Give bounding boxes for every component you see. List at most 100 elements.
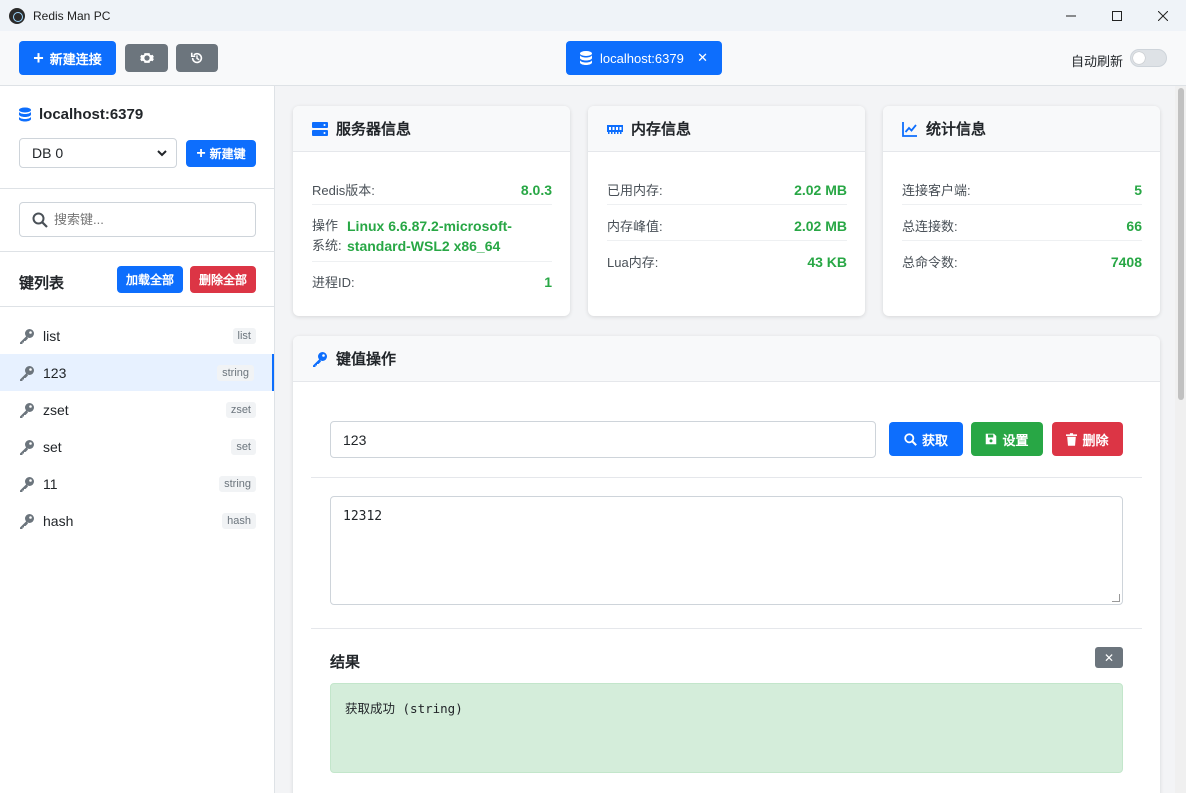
minimize-icon bbox=[1066, 15, 1076, 16]
close-icon bbox=[1158, 10, 1168, 21]
key-list-title: 键列表 bbox=[19, 275, 65, 292]
db-select[interactable]: DB 0 bbox=[19, 138, 177, 168]
search-icon bbox=[32, 212, 48, 228]
new-connection-button[interactable]: + 新建连接 bbox=[19, 41, 116, 75]
close-icon: ✕ bbox=[1103, 650, 1115, 665]
key-icon bbox=[20, 513, 34, 529]
delete-all-button[interactable]: 删除全部 bbox=[190, 266, 256, 293]
os-row: 操作 系统: Linux 6.6.87.2-microsoft- standar… bbox=[312, 216, 552, 256]
row-divider bbox=[607, 240, 847, 241]
db-select-value: DB 0 bbox=[32, 145, 64, 161]
result-title: 结果 bbox=[330, 654, 361, 671]
sidebar: localhost:6379 DB 0 + 新建键 键列表 加载全部 删除全部 … bbox=[0, 86, 275, 793]
peak-memory-value: 2.02 MB bbox=[794, 217, 847, 234]
key-name: zset bbox=[43, 401, 69, 418]
load-all-button[interactable]: 加载全部 bbox=[117, 266, 183, 293]
resize-handle[interactable] bbox=[1112, 594, 1120, 602]
key-list-item[interactable]: hash hash bbox=[0, 502, 274, 539]
key-list-item[interactable]: zset zset bbox=[0, 391, 274, 428]
key-type-badge: string bbox=[217, 364, 254, 381]
stats-info-card: 统计信息 连接客户端: 5 总连接数: 66 总命令数: 7408 bbox=[883, 106, 1160, 316]
pid-row: 进程ID: 1 bbox=[312, 272, 552, 291]
key-type-badge: string bbox=[219, 475, 256, 492]
used-memory-label: 已用内存: bbox=[607, 183, 663, 198]
key-icon bbox=[20, 476, 34, 492]
search-box[interactable] bbox=[19, 202, 256, 237]
main-scrollbar[interactable] bbox=[1175, 86, 1186, 793]
key-list-item[interactable]: 123 string bbox=[0, 354, 274, 391]
search-input[interactable] bbox=[54, 212, 244, 227]
pid-value: 1 bbox=[544, 273, 552, 290]
server-icon bbox=[312, 121, 328, 136]
plus-icon: + bbox=[196, 144, 206, 162]
key-operations-card: 键值操作 123 获取 设置 删除 12312 结果 ✕ 获取成功 (strin… bbox=[293, 336, 1160, 793]
os-value-line2: standard-WSL2 x86_64 bbox=[347, 238, 501, 254]
connection-tab-label: localhost:6379 bbox=[600, 50, 684, 66]
key-list-item[interactable]: 11 string bbox=[0, 465, 274, 502]
divider bbox=[0, 188, 274, 189]
delete-button[interactable]: 删除 bbox=[1052, 422, 1123, 456]
result-box: 获取成功 (string) bbox=[330, 683, 1123, 773]
title-bar: Redis Man PC bbox=[0, 0, 1186, 31]
trash-icon bbox=[1066, 432, 1078, 446]
row-divider bbox=[902, 240, 1142, 241]
database-icon bbox=[19, 107, 31, 122]
new-key-button[interactable]: + 新建键 bbox=[186, 140, 256, 167]
settings-button[interactable] bbox=[125, 44, 168, 72]
delete-all-label: 删除全部 bbox=[198, 273, 247, 287]
os-value: Linux 6.6.87.2-microsoft- standard-WSL2 … bbox=[347, 216, 512, 256]
auto-refresh-toggle[interactable] bbox=[1130, 49, 1167, 67]
used-memory-row: 已用内存: 2.02 MB bbox=[607, 180, 847, 199]
clients-value: 5 bbox=[1134, 181, 1142, 198]
key-list-item[interactable]: set set bbox=[0, 428, 274, 465]
row-divider bbox=[902, 204, 1142, 205]
stats-info-header: 统计信息 bbox=[883, 106, 1160, 152]
divider bbox=[311, 477, 1142, 478]
pid-label: 进程ID: bbox=[312, 275, 355, 290]
os-label-line1: 操作 bbox=[312, 218, 339, 233]
line-chart-icon bbox=[902, 121, 917, 137]
connections-row: 总连接数: 66 bbox=[902, 216, 1142, 235]
memory-info-card: 内存信息 已用内存: 2.02 MB 内存峰值: 2.02 MB Lua内存: … bbox=[588, 106, 865, 316]
sidebar-server-name: localhost:6379 bbox=[39, 106, 144, 123]
get-label: 获取 bbox=[921, 432, 948, 448]
result-close-button[interactable]: ✕ bbox=[1095, 647, 1123, 668]
maximize-button[interactable] bbox=[1094, 0, 1140, 31]
peak-memory-row: 内存峰值: 2.02 MB bbox=[607, 216, 847, 235]
close-window-button[interactable] bbox=[1140, 0, 1186, 31]
key-name: 123 bbox=[43, 364, 67, 381]
scrollbar-thumb[interactable] bbox=[1178, 88, 1184, 400]
key-type-badge: list bbox=[232, 327, 256, 344]
key-name: list bbox=[43, 327, 61, 344]
key-input[interactable]: 123 bbox=[330, 421, 876, 458]
chevron-down-icon bbox=[157, 150, 167, 157]
get-button[interactable]: 获取 bbox=[889, 422, 963, 456]
server-info-header: 服务器信息 bbox=[293, 106, 570, 152]
row-divider bbox=[312, 261, 552, 262]
save-icon bbox=[986, 433, 997, 445]
sidebar-server: localhost:6379 bbox=[19, 106, 143, 123]
key-name: set bbox=[43, 438, 62, 455]
key-icon bbox=[313, 351, 327, 367]
connection-tab[interactable]: localhost:6379 ✕ bbox=[566, 41, 722, 75]
window-title: Redis Man PC bbox=[33, 8, 111, 23]
clients-row: 连接客户端: 5 bbox=[902, 180, 1142, 199]
value-textarea[interactable]: 12312 bbox=[330, 496, 1123, 605]
close-tab-icon[interactable]: ✕ bbox=[697, 50, 708, 66]
commands-row: 总命令数: 7408 bbox=[902, 252, 1142, 271]
commands-label: 总命令数: bbox=[902, 255, 958, 270]
set-label: 设置 bbox=[1002, 432, 1029, 448]
redis-version-value: 8.0.3 bbox=[520, 181, 552, 198]
history-icon bbox=[190, 52, 203, 64]
minimize-button[interactable] bbox=[1048, 0, 1094, 31]
key-icon bbox=[20, 328, 34, 344]
set-button[interactable]: 设置 bbox=[971, 422, 1043, 456]
history-button[interactable] bbox=[176, 44, 218, 72]
divider bbox=[0, 306, 274, 307]
delete-label: 删除 bbox=[1082, 432, 1109, 448]
key-list-item[interactable]: list list bbox=[0, 317, 274, 354]
os-value-line1: Linux 6.6.87.2-microsoft- bbox=[347, 218, 512, 234]
server-info-title: 服务器信息 bbox=[336, 121, 412, 138]
memory-info-title: 内存信息 bbox=[631, 121, 692, 138]
stats-info-title: 统计信息 bbox=[926, 121, 987, 138]
